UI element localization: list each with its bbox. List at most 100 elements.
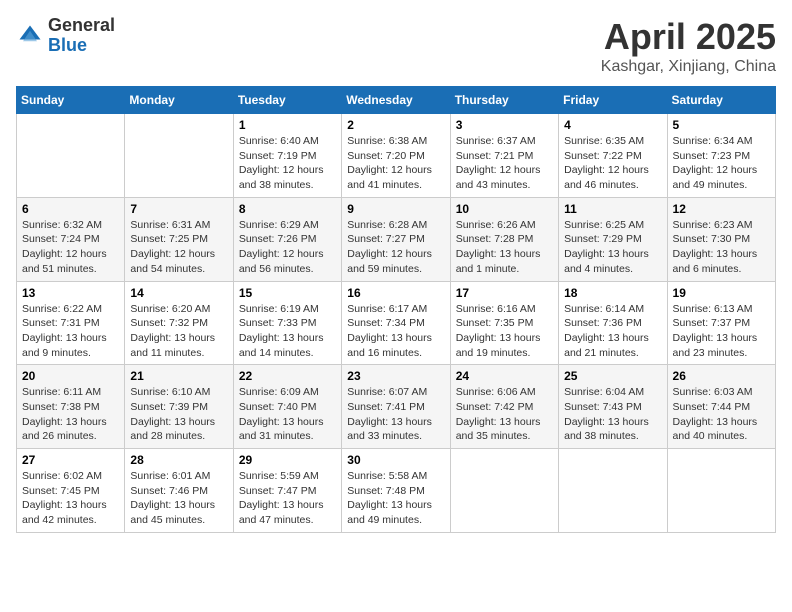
calendar-cell: 28 Sunrise: 6:01 AMSunset: 7:46 PMDayligh… (125, 449, 233, 533)
day-info: Sunrise: 6:28 AMSunset: 7:27 PMDaylight:… (347, 218, 444, 277)
day-info: Sunrise: 6:31 AMSunset: 7:25 PMDaylight:… (130, 218, 227, 277)
day-info: Sunrise: 6:25 AMSunset: 7:29 PMDaylight:… (564, 218, 661, 277)
calendar-week-row: 13 Sunrise: 6:22 AMSunset: 7:31 PMDayligh… (17, 281, 776, 365)
day-number: 1 (239, 118, 336, 132)
col-header-monday: Monday (125, 87, 233, 114)
calendar-cell: 1 Sunrise: 6:40 AMSunset: 7:19 PMDaylight… (233, 114, 341, 198)
day-number: 19 (673, 286, 770, 300)
calendar-cell: 13 Sunrise: 6:22 AMSunset: 7:31 PMDayligh… (17, 281, 125, 365)
day-info: Sunrise: 6:07 AMSunset: 7:41 PMDaylight:… (347, 385, 444, 444)
title-block: April 2025 Kashgar, Xinjiang, China (601, 16, 776, 76)
day-info: Sunrise: 6:17 AMSunset: 7:34 PMDaylight:… (347, 302, 444, 361)
day-number: 3 (456, 118, 553, 132)
day-info: Sunrise: 6:22 AMSunset: 7:31 PMDaylight:… (22, 302, 119, 361)
day-info: Sunrise: 6:23 AMSunset: 7:30 PMDaylight:… (673, 218, 770, 277)
col-header-friday: Friday (559, 87, 667, 114)
day-info: Sunrise: 6:32 AMSunset: 7:24 PMDaylight:… (22, 218, 119, 277)
day-info: Sunrise: 5:59 AMSunset: 7:47 PMDaylight:… (239, 469, 336, 528)
calendar-cell: 25 Sunrise: 6:04 AMSunset: 7:43 PMDayligh… (559, 365, 667, 449)
day-info: Sunrise: 5:58 AMSunset: 7:48 PMDaylight:… (347, 469, 444, 528)
day-info: Sunrise: 6:06 AMSunset: 7:42 PMDaylight:… (456, 385, 553, 444)
day-info: Sunrise: 6:04 AMSunset: 7:43 PMDaylight:… (564, 385, 661, 444)
day-info: Sunrise: 6:10 AMSunset: 7:39 PMDaylight:… (130, 385, 227, 444)
day-info: Sunrise: 6:09 AMSunset: 7:40 PMDaylight:… (239, 385, 336, 444)
day-number: 12 (673, 202, 770, 216)
day-number: 24 (456, 369, 553, 383)
col-header-wednesday: Wednesday (342, 87, 450, 114)
calendar-cell: 20Sunrise: 6:11 AMSunset: 7:38 PMDayligh… (17, 365, 125, 449)
calendar-cell: 24 Sunrise: 6:06 AMSunset: 7:42 PMDayligh… (450, 365, 558, 449)
day-number: 22 (239, 369, 336, 383)
calendar-cell (450, 449, 558, 533)
day-info: Sunrise: 6:26 AMSunset: 7:28 PMDaylight:… (456, 218, 553, 277)
day-info: Sunrise: 6:34 AMSunset: 7:23 PMDaylight:… (673, 134, 770, 193)
calendar-cell: 22 Sunrise: 6:09 AMSunset: 7:40 PMDayligh… (233, 365, 341, 449)
day-number: 14 (130, 286, 227, 300)
day-number: 23 (347, 369, 444, 383)
day-number: 10 (456, 202, 553, 216)
day-info: Sunrise: 6:40 AMSunset: 7:19 PMDaylight:… (239, 134, 336, 193)
day-number: 8 (239, 202, 336, 216)
calendar-header-row: SundayMondayTuesdayWednesdayThursdayFrid… (17, 87, 776, 114)
calendar-cell: 6 Sunrise: 6:32 AMSunset: 7:24 PMDaylight… (17, 197, 125, 281)
logo: General Blue (16, 16, 115, 56)
day-info: Sunrise: 6:35 AMSunset: 7:22 PMDaylight:… (564, 134, 661, 193)
day-info: Sunrise: 6:29 AMSunset: 7:26 PMDaylight:… (239, 218, 336, 277)
calendar-cell: 10 Sunrise: 6:26 AMSunset: 7:28 PMDayligh… (450, 197, 558, 281)
day-info: Sunrise: 6:20 AMSunset: 7:32 PMDaylight:… (130, 302, 227, 361)
day-info: Sunrise: 6:16 AMSunset: 7:35 PMDaylight:… (456, 302, 553, 361)
day-info: Sunrise: 6:03 AMSunset: 7:44 PMDaylight:… (673, 385, 770, 444)
calendar-table: SundayMondayTuesdayWednesdayThursdayFrid… (16, 86, 776, 533)
day-number: 15 (239, 286, 336, 300)
logo-general-text: General (48, 16, 115, 36)
calendar-location: Kashgar, Xinjiang, China (601, 58, 776, 76)
calendar-cell: 12 Sunrise: 6:23 AMSunset: 7:30 PMDayligh… (667, 197, 775, 281)
calendar-cell (17, 114, 125, 198)
calendar-cell: 7 Sunrise: 6:31 AMSunset: 7:25 PMDaylight… (125, 197, 233, 281)
day-number: 18 (564, 286, 661, 300)
day-info: Sunrise: 6:01 AMSunset: 7:46 PMDaylight:… (130, 469, 227, 528)
calendar-cell: 30 Sunrise: 5:58 AMSunset: 7:48 PMDayligh… (342, 449, 450, 533)
day-number: 17 (456, 286, 553, 300)
page-header: General Blue April 2025 Kashgar, Xinjian… (16, 16, 776, 76)
day-number: 9 (347, 202, 444, 216)
day-number: 28 (130, 453, 227, 467)
day-number: 30 (347, 453, 444, 467)
col-header-thursday: Thursday (450, 87, 558, 114)
calendar-cell (667, 449, 775, 533)
day-number: 16 (347, 286, 444, 300)
day-number: 27 (22, 453, 119, 467)
day-number: 29 (239, 453, 336, 467)
calendar-cell: 4 Sunrise: 6:35 AMSunset: 7:22 PMDaylight… (559, 114, 667, 198)
day-number: 25 (564, 369, 661, 383)
day-number: 7 (130, 202, 227, 216)
col-header-tuesday: Tuesday (233, 87, 341, 114)
day-number: 20 (22, 369, 119, 383)
calendar-cell: 3 Sunrise: 6:37 AMSunset: 7:21 PMDaylight… (450, 114, 558, 198)
day-number: 21 (130, 369, 227, 383)
calendar-week-row: 27 Sunrise: 6:02 AMSunset: 7:45 PMDayligh… (17, 449, 776, 533)
day-number: 13 (22, 286, 119, 300)
day-number: 4 (564, 118, 661, 132)
calendar-cell (125, 114, 233, 198)
day-info: Sunrise: 6:19 AMSunset: 7:33 PMDaylight:… (239, 302, 336, 361)
calendar-cell: 8 Sunrise: 6:29 AMSunset: 7:26 PMDaylight… (233, 197, 341, 281)
calendar-cell: 9 Sunrise: 6:28 AMSunset: 7:27 PMDaylight… (342, 197, 450, 281)
day-number: 2 (347, 118, 444, 132)
col-header-sunday: Sunday (17, 87, 125, 114)
day-number: 6 (22, 202, 119, 216)
calendar-cell: 29 Sunrise: 5:59 AMSunset: 7:47 PMDayligh… (233, 449, 341, 533)
calendar-week-row: 20Sunrise: 6:11 AMSunset: 7:38 PMDayligh… (17, 365, 776, 449)
calendar-cell: 17 Sunrise: 6:16 AMSunset: 7:35 PMDayligh… (450, 281, 558, 365)
day-info: Sunrise: 6:02 AMSunset: 7:45 PMDaylight:… (22, 469, 119, 528)
day-number: 11 (564, 202, 661, 216)
calendar-title: April 2025 (601, 16, 776, 58)
logo-icon (16, 22, 44, 50)
calendar-cell: 14 Sunrise: 6:20 AMSunset: 7:32 PMDayligh… (125, 281, 233, 365)
day-info: Sunrise: 6:13 AMSunset: 7:37 PMDaylight:… (673, 302, 770, 361)
calendar-week-row: 6 Sunrise: 6:32 AMSunset: 7:24 PMDaylight… (17, 197, 776, 281)
day-number: 26 (673, 369, 770, 383)
day-info: Sunrise: 6:37 AMSunset: 7:21 PMDaylight:… (456, 134, 553, 193)
calendar-cell: 18Sunrise: 6:14 AMSunset: 7:36 PMDayligh… (559, 281, 667, 365)
calendar-week-row: 1 Sunrise: 6:40 AMSunset: 7:19 PMDaylight… (17, 114, 776, 198)
